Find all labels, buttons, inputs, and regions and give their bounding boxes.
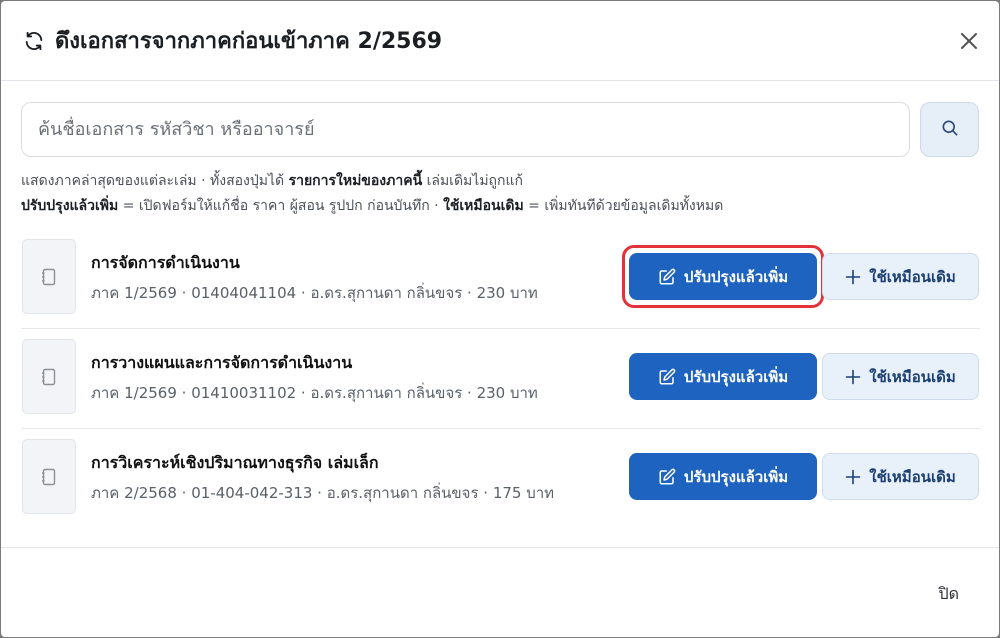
help-line-1: แสดงภาคล่าสุดของแต่ละเล่ม · ทั้งสองปุ่มไ… <box>21 169 981 194</box>
help-text-part: เล่มเดิมไม่ถูกแก้ <box>422 173 524 189</box>
use-as-is-label: ใช้เหมือนเดิม <box>869 267 956 286</box>
item-title: การวางแผนและการจัดการดำเนินงาน <box>91 353 353 372</box>
plus-icon <box>845 269 861 285</box>
list-item: การวางแผนและการจัดการดำเนินงาน ภาค 1/256… <box>21 329 980 429</box>
dialog-title: ดึงเอกสารจากภาคก่อนเข้าภาค 2/2569 <box>55 29 443 54</box>
help-text-part: = เปิดฟอร์มให้แก้ชื่อ ราคา ผู้สอน รูปปก … <box>118 198 444 214</box>
update-and-add-label: ปรับปรุงแล้วเพิ่ม <box>683 467 789 486</box>
use-as-is-label: ใช้เหมือนเดิม <box>869 367 956 386</box>
dialog-footer: ปิด <box>1 547 999 637</box>
edit-icon <box>658 368 676 386</box>
update-and-add-button[interactable]: ปรับปรุงแล้วเพิ่ม <box>629 453 817 500</box>
help-text-bold: ปรับปรุงแล้วเพิ่ม <box>21 198 119 214</box>
update-and-add-button[interactable]: ปรับปรุงแล้วเพิ่ม <box>629 253 817 300</box>
use-as-is-button[interactable]: ใช้เหมือนเดิม <box>822 353 979 400</box>
document-icon <box>22 439 76 514</box>
list-item: การจัดการดำเนินงาน ภาค 1/2569 · 01404041… <box>21 229 980 329</box>
item-meta: ภาค 1/2569 · 01404041104 · อ.ดร.สุกานดา … <box>91 284 538 302</box>
search-icon <box>940 118 960 142</box>
edit-icon <box>658 468 676 486</box>
edit-icon <box>658 268 676 286</box>
item-meta: ภาค 1/2569 · 01410031102 · อ.ดร.สุกานดา … <box>91 384 538 402</box>
help-text-bold: ใช้เหมือนเดิม <box>443 198 524 214</box>
import-dialog: ดึงเอกสารจากภาคก่อนเข้าภาค 2/2569 แสดงภา… <box>1 1 999 637</box>
update-and-add-button[interactable]: ปรับปรุงแล้วเพิ่ม <box>629 353 817 400</box>
item-title: การจัดการดำเนินงาน <box>91 253 240 272</box>
use-as-is-button[interactable]: ใช้เหมือนเดิม <box>822 453 979 500</box>
use-as-is-label: ใช้เหมือนเดิม <box>869 467 956 486</box>
refresh-icon <box>21 28 47 54</box>
use-as-is-button[interactable]: ใช้เหมือนเดิม <box>822 253 979 300</box>
document-icon <box>22 239 76 314</box>
document-icon <box>22 339 76 414</box>
help-line-2: ปรับปรุงแล้วเพิ่ม = เปิดฟอร์มให้แก้ชื่อ … <box>21 194 981 219</box>
dialog-header: ดึงเอกสารจากภาคก่อนเข้าภาค 2/2569 <box>1 1 999 81</box>
document-list: การจัดการดำเนินงาน ภาค 1/2569 · 01404041… <box>21 229 980 529</box>
update-and-add-label: ปรับปรุงแล้วเพิ่ม <box>683 267 789 286</box>
help-text: แสดงภาคล่าสุดของแต่ละเล่ม · ทั้งสองปุ่มไ… <box>21 169 981 219</box>
update-and-add-label: ปรับปรุงแล้วเพิ่ม <box>683 367 789 386</box>
help-text-bold: รายการใหม่ของภาคนี้ <box>288 173 423 189</box>
item-title: การวิเคราะห์เชิงปริมาณทางธุรกิจ เล่มเล็ก <box>91 453 379 472</box>
list-item: การวิเคราะห์เชิงปริมาณทางธุรกิจ เล่มเล็ก… <box>21 429 980 529</box>
search-button[interactable] <box>920 102 979 157</box>
search-input[interactable] <box>21 102 910 157</box>
help-text-part: แสดงภาคล่าสุดของแต่ละเล่ม · ทั้งสองปุ่มไ… <box>21 173 289 189</box>
plus-icon <box>845 469 861 485</box>
search-row <box>21 102 980 157</box>
close-icon[interactable] <box>957 29 981 53</box>
plus-icon <box>845 369 861 385</box>
help-text-part: = เพิ่มทันทีด้วยข้อมูลเดิมทั้งหมด <box>523 198 724 214</box>
close-button[interactable]: ปิด <box>938 582 959 607</box>
item-meta: ภาค 2/2568 · 01-404-042-313 · อ.ดร.สุกาน… <box>91 484 555 502</box>
